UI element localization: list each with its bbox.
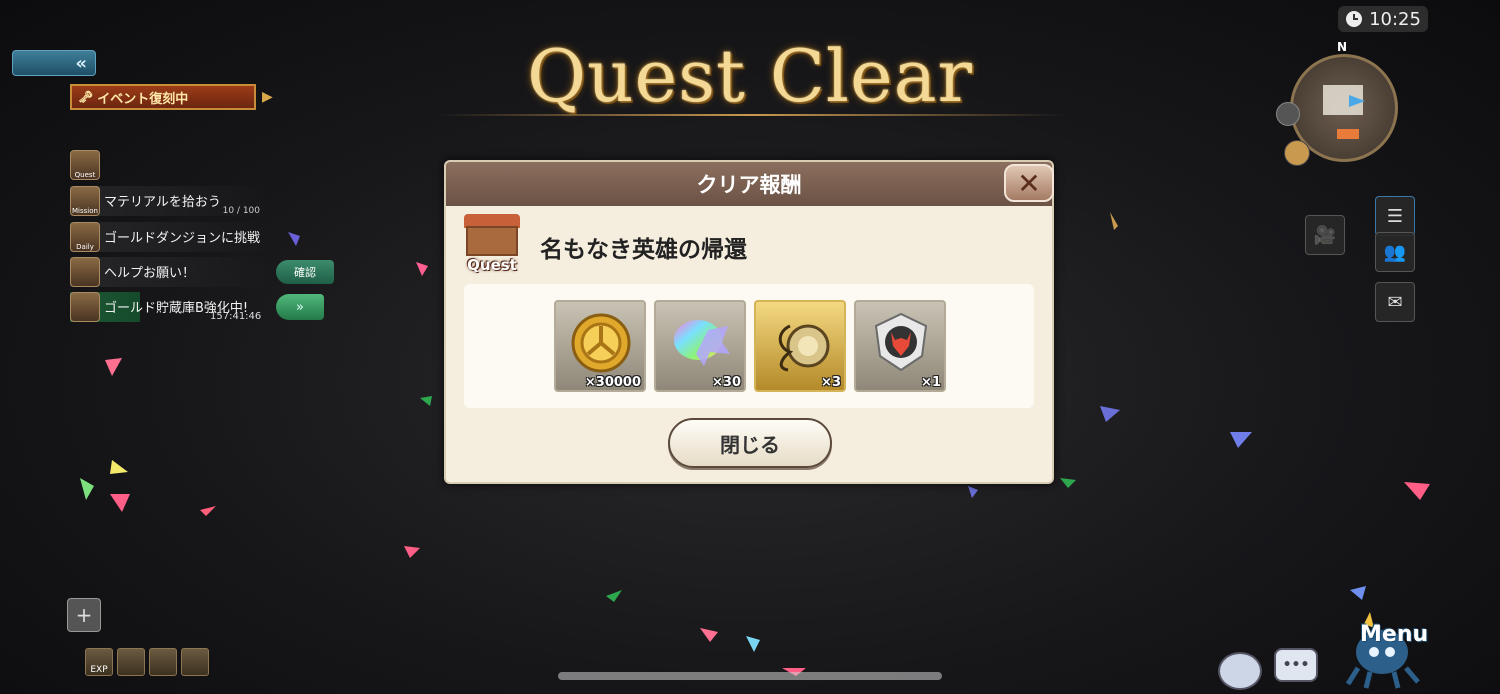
add-shortcut-button[interactable]: +: [67, 598, 101, 632]
camera-button[interactable]: 🎥: [1305, 215, 1345, 255]
friends-icon: 👥: [1383, 241, 1407, 263]
compass-north: N: [1337, 40, 1348, 54]
menu-label: Menu: [1360, 622, 1429, 647]
camera-icon: 🎥: [1313, 224, 1337, 246]
pet-icon[interactable]: [1284, 140, 1310, 166]
devil-emblem-icon: [874, 312, 928, 372]
emote-button[interactable]: [1218, 652, 1262, 690]
chat-button[interactable]: •••: [1274, 648, 1318, 682]
crown-icon[interactable]: [181, 648, 209, 676]
reward-qty: ×1: [921, 375, 941, 390]
dialog-title: クリア報酬: [696, 173, 802, 197]
reward-qty: ×30000: [584, 375, 641, 390]
double-chevron-left-icon: «: [75, 52, 87, 74]
daily-icon: Daily: [70, 222, 100, 252]
chevron-right-icon[interactable]: ▶: [262, 89, 273, 105]
gold-orb-icon: [778, 324, 830, 372]
chat-icon: •••: [1282, 657, 1310, 673]
party-button[interactable]: ☰: [1375, 196, 1415, 236]
confirm-button[interactable]: 確認: [276, 260, 334, 284]
handshake-icon: [70, 257, 100, 287]
daily-row[interactable]: Daily ゴールドダンジョンに挑戦: [70, 222, 270, 252]
mail-icon: ✉: [1387, 291, 1403, 313]
reward-item[interactable]: ×1: [854, 300, 946, 392]
quest-name: 名もなき英雄の帰還: [540, 237, 747, 263]
quest-log-icon[interactable]: Quest: [70, 150, 100, 180]
title-divider: [436, 114, 1064, 116]
reward-dialog: クリア報酬 ✕ Quest 名もなき英雄の帰還 ×30000 ×30 ×3 ×1…: [444, 160, 1054, 484]
event-banner-label: イベント復刻中: [97, 91, 189, 107]
rainbow-crystal-icon: [674, 320, 730, 366]
event-icon: 🗝: [78, 90, 94, 104]
exp-boost-icon[interactable]: EXP: [85, 648, 113, 676]
back-button[interactable]: «: [12, 50, 96, 76]
help-title: ヘルプお願い！: [104, 266, 196, 281]
clock-time: 10:25: [1369, 8, 1421, 30]
event-banner[interactable]: 🗝 イベント復刻中: [70, 84, 256, 110]
gold-coin-icon: [571, 313, 631, 373]
quest-badge-icon: Quest: [460, 214, 524, 276]
reward-qty: ×3: [821, 375, 841, 390]
material-boost-icon[interactable]: [149, 648, 177, 676]
reward-item[interactable]: ×30000: [554, 300, 646, 392]
reward-item[interactable]: ×30: [654, 300, 746, 392]
minimap-zoom-icon[interactable]: [1276, 102, 1300, 126]
close-button[interactable]: 閉じる: [668, 418, 832, 468]
reward-list: ×30000 ×30 ×3 ×1: [464, 284, 1034, 408]
fast-forward-button[interactable]: »: [276, 294, 324, 320]
drop-boost-icon[interactable]: [117, 648, 145, 676]
mission-icon: Mission: [70, 186, 100, 216]
mission-row[interactable]: Mission マテリアルを拾おう 10 / 100: [70, 186, 270, 216]
fast-forward-icon: »: [296, 299, 304, 315]
daily-title: ゴールドダンジョンに挑戦: [104, 231, 261, 246]
dialog-header: クリア報酬 ✕: [446, 162, 1054, 206]
mail-button[interactable]: ✉: [1375, 282, 1415, 322]
friends-button[interactable]: 👥: [1375, 232, 1415, 272]
reward-item[interactable]: ×3: [754, 300, 846, 392]
mission-title: マテリアルを拾おう: [104, 195, 221, 210]
party-icon: ☰: [1386, 205, 1404, 227]
close-icon[interactable]: ✕: [1004, 164, 1054, 202]
help-row[interactable]: ヘルプお願い！: [70, 257, 270, 287]
mission-progress: 10 / 100: [222, 206, 260, 216]
home-indicator[interactable]: [558, 672, 942, 680]
clock: 10:25: [1338, 6, 1428, 32]
reward-qty: ×30: [712, 375, 741, 390]
gold-timer: 157:41:46: [210, 311, 262, 322]
treasure-chest-icon: [70, 292, 100, 322]
clock-icon: [1346, 11, 1363, 27]
quest-clear-title: Quest Clear: [527, 34, 973, 118]
